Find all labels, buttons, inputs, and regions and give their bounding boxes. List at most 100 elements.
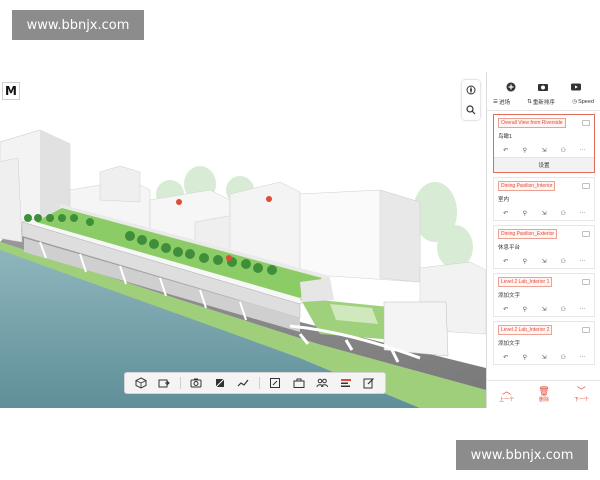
undo-icon[interactable]: ↶ [500, 146, 512, 154]
toolbar-divider [179, 377, 181, 389]
watermark-bottom: www.bbnjx.com [456, 440, 588, 470]
view-card[interactable]: Level 2 Lab_Interior 1 添加文字 ↶ ⚲ ⇲ ⚇ ··· [493, 273, 595, 317]
view-subtitle: 休息平台 [498, 245, 521, 251]
view-actions: ↶ ⚲ ⇲ ⚇ ··· [494, 303, 594, 316]
export-icon[interactable]: ⇲ [538, 305, 550, 313]
panel-top-actions [487, 72, 600, 96]
export-icon[interactable]: ⇲ [538, 353, 550, 361]
view-card[interactable]: Level 2 Lab_Interior 2 添加文字 ↶ ⚲ ⇲ ⚇ ··· [493, 321, 595, 365]
view-marker-2[interactable] [266, 196, 272, 202]
more-icon[interactable]: ··· [576, 209, 588, 217]
tab-label: Speed [578, 99, 594, 105]
undo-icon[interactable]: ↶ [500, 209, 512, 217]
chevron-down-icon: ﹀ [576, 386, 586, 396]
compass-icon[interactable] [464, 83, 478, 97]
saved-views-panel: ☰ 进场 ⇅ 重新排序 ◷ Speed Overall View from Ri… [486, 72, 600, 408]
list-icon: ☰ [493, 99, 498, 105]
view-settings-button[interactable]: 设置 [494, 157, 594, 172]
tab-transition[interactable]: ☰ 进场 [493, 98, 510, 106]
people-icon[interactable]: ⚇ [557, 305, 569, 313]
camera-icon [582, 327, 590, 333]
tab-speed[interactable]: ◷ Speed [572, 98, 594, 106]
cube-icon[interactable] [133, 375, 149, 391]
measure-icon[interactable] [235, 375, 251, 391]
view-card[interactable]: Dining Pavilion_Interior 室内 ↶ ⚲ ⇲ ⚇ ··· [493, 177, 595, 221]
more-icon[interactable]: ··· [576, 305, 588, 313]
tab-label: 重新排序 [532, 100, 555, 106]
camera-icon [582, 120, 590, 126]
undo-icon[interactable]: ↶ [500, 353, 512, 361]
viewer-app: M ☰ 进场 ⇅ 重新排序 ◷ Speed Overall View from … [0, 72, 600, 408]
timeline-icon[interactable] [338, 375, 354, 391]
more-icon[interactable]: ··· [576, 257, 588, 265]
viewport-tools [462, 80, 480, 120]
view-subtitle: 室内 [498, 197, 510, 203]
view-card[interactable]: Dining Pavilion_Exterior 休息平台 ↶ ⚲ ⇲ ⚇ ··… [493, 225, 595, 269]
people-icon[interactable]: ⚇ [557, 146, 569, 154]
export-icon[interactable] [156, 375, 172, 391]
view-actions: ↶ ⚲ ⇲ ⚇ ··· [494, 207, 594, 220]
people-icon[interactable] [314, 375, 330, 391]
panel-footer: ︿ 上一个 🗑 删除 ﹀ 下一个 [487, 380, 600, 408]
markup-icon[interactable] [267, 375, 283, 391]
view-title: Level 2 Lab_Interior 2 [498, 325, 553, 335]
pin-icon[interactable]: ⚲ [519, 209, 531, 217]
view-title: Dining Pavilion_Interior [498, 181, 556, 191]
tab-reorder[interactable]: ⇅ 重新排序 [527, 98, 555, 106]
view-marker-3[interactable] [226, 255, 232, 261]
panel-tabs: ☰ 进场 ⇅ 重新排序 ◷ Speed [487, 96, 600, 111]
undo-icon[interactable]: ↶ [500, 257, 512, 265]
export-icon[interactable]: ⇲ [538, 257, 550, 265]
pin-icon[interactable]: ⚲ [519, 305, 531, 313]
view-actions: ↶ ⚲ ⇲ ⚇ ··· [494, 351, 594, 364]
toolbar-divider [258, 377, 260, 389]
chevron-up-icon: ︿ [502, 386, 512, 396]
camera-icon[interactable] [188, 375, 204, 391]
view-title: Level 2 Lab_Interior 1 [498, 277, 553, 287]
camera-icon [582, 279, 590, 285]
screenshot-root: www.bbnjx.com M ☰ 进场 ⇅ 重新排序 ◷ Speed Over… [0, 0, 600, 480]
camera-icon [582, 231, 590, 237]
briefcase-icon[interactable] [291, 375, 307, 391]
next-view-button[interactable]: ﹀ 下一个 [574, 386, 589, 403]
prev-label: 上一个 [499, 397, 515, 403]
view-title: Dining Pavilion_Exterior [498, 229, 558, 239]
model-scene[interactable] [0, 72, 486, 408]
view-list: Overall View from Riverside 鸟瞰1 ↶ ⚲ ⇲ ⚇ … [487, 110, 600, 380]
zoom-search-icon[interactable] [464, 103, 478, 117]
app-logo[interactable]: M [2, 82, 20, 100]
more-icon[interactable]: ··· [576, 146, 588, 154]
pin-icon[interactable]: ⚲ [519, 353, 531, 361]
section-icon[interactable] [212, 375, 228, 391]
next-label: 下一个 [573, 397, 589, 403]
export-icon[interactable]: ⇲ [538, 146, 550, 154]
people-icon[interactable]: ⚇ [557, 257, 569, 265]
edit-icon[interactable] [361, 375, 377, 391]
export-icon[interactable]: ⇲ [538, 209, 550, 217]
bottom-toolbar [124, 372, 386, 394]
3d-viewport[interactable]: M [0, 72, 486, 408]
camera-icon [582, 183, 590, 189]
people-icon[interactable]: ⚇ [557, 209, 569, 217]
view-subtitle: 鸟瞰1 [498, 134, 513, 140]
pin-icon[interactable]: ⚲ [519, 257, 531, 265]
video-icon[interactable] [568, 80, 584, 94]
trash-icon: 🗑 [538, 386, 550, 396]
view-subtitle: 添加文字 [498, 341, 521, 347]
camera-icon[interactable] [535, 80, 551, 94]
view-actions: ↶ ⚲ ⇲ ⚇ ··· [494, 144, 594, 157]
prev-view-button[interactable]: ︿ 上一个 [499, 386, 514, 403]
more-icon[interactable]: ··· [576, 353, 588, 361]
add-icon[interactable] [503, 80, 519, 94]
delete-label: 删除 [538, 397, 549, 403]
view-card[interactable]: Overall View from Riverside 鸟瞰1 ↶ ⚲ ⇲ ⚇ … [493, 114, 595, 173]
watermark-top: www.bbnjx.com [12, 10, 144, 40]
pin-icon[interactable]: ⚲ [519, 146, 531, 154]
view-marker-1[interactable] [176, 199, 182, 205]
undo-icon[interactable]: ↶ [500, 305, 512, 313]
sort-icon: ⇅ [527, 99, 532, 105]
people-icon[interactable]: ⚇ [557, 353, 569, 361]
delete-view-button[interactable]: 🗑 删除 [538, 386, 549, 403]
view-subtitle: 添加文字 [498, 293, 521, 299]
view-title: Overall View from Riverside [498, 118, 566, 128]
